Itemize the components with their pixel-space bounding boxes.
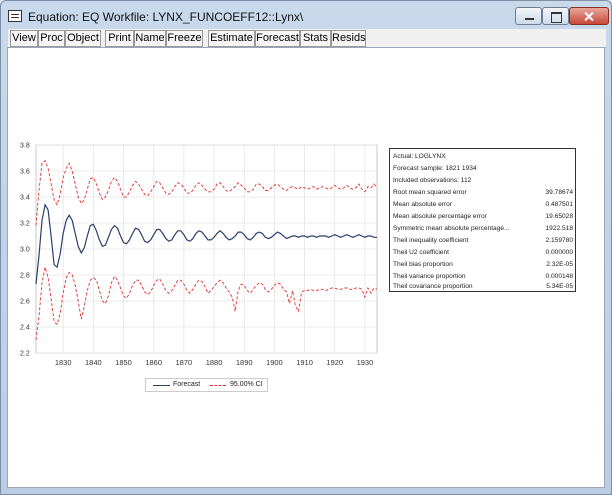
y-tick-label: 3.6 <box>20 169 30 176</box>
x-tick-label: 1860 <box>145 358 162 367</box>
stat-smape: Symmetric mean absolute percentage... 192… <box>393 225 573 232</box>
stat-theil-inequality: Theil inequality coefficient 2.159780 <box>393 237 573 244</box>
x-tick-label: 1840 <box>85 358 102 367</box>
x-tick-label: 1830 <box>55 358 72 367</box>
stat-theil-u2: Theil U2 coefficient 0.000000 <box>393 249 573 256</box>
stat-mae: Mean absolute error 0.487501 <box>393 201 573 208</box>
stat-theil-bias: Theil bias proportion 2.32E-05 <box>393 261 573 268</box>
x-tick-label: 1900 <box>266 358 283 367</box>
legend-ci-swatch <box>210 385 226 386</box>
y-tick-label: 3.0 <box>20 247 30 254</box>
chart-legend: Forecast 95.00% CI <box>145 378 268 392</box>
y-tick-label: 2.4 <box>20 325 30 332</box>
forecast-statistics-box: Actual: LOGLYNX Forecast sample: 1821 19… <box>389 148 576 292</box>
legend-forecast-swatch <box>153 385 170 386</box>
y-tick-label: 3.2 <box>20 221 30 228</box>
stat-theil-covariance: Theil covariance proportion 5.34E-05 <box>393 283 573 290</box>
y-tick-label: 2.8 <box>20 273 30 280</box>
y-tick-label: 3.8 <box>20 143 30 150</box>
x-tick-label: 1920 <box>326 358 343 367</box>
x-tick-label: 1890 <box>236 358 253 367</box>
x-tick-label: 1910 <box>296 358 313 367</box>
stat-theil-variance: Theil variance proportion 0.000148 <box>393 273 573 280</box>
x-tick-label: 1870 <box>176 358 193 367</box>
stat-forecast-sample: Forecast sample: 1821 1934 <box>393 165 477 172</box>
legend-forecast-label: Forecast <box>173 381 201 388</box>
y-tick-label: 3.4 <box>20 195 30 202</box>
stat-included-observations: Included observations: 112 <box>393 177 472 184</box>
stat-mape: Mean absolute percentage error 19.65028 <box>393 213 573 220</box>
y-tick-label: 2.6 <box>20 299 30 306</box>
x-tick-label: 1880 <box>206 358 223 367</box>
stat-actual: Actual: LOGLYNX <box>393 153 446 160</box>
legend-ci-label: 95.00% CI <box>230 381 263 388</box>
stat-rmse: Root mean squared error 39.78674 <box>393 189 573 196</box>
y-tick-label: 2.2 <box>20 351 30 358</box>
x-tick-label: 1850 <box>115 358 132 367</box>
x-tick-label: 1930 <box>357 358 374 367</box>
